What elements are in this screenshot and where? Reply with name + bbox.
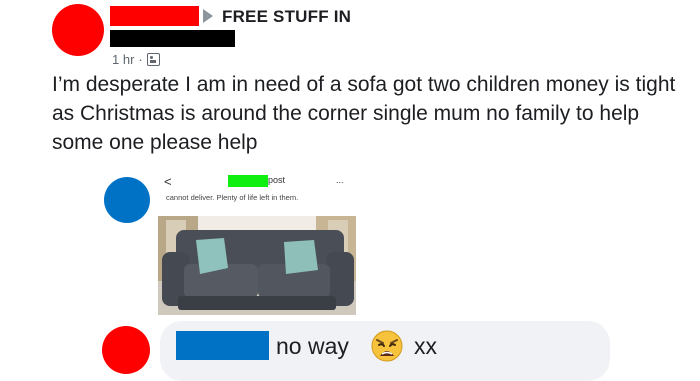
screenshot-caption: cannot deliver. Plenty of life left in t… xyxy=(166,193,299,202)
screenshot-post-label: post xyxy=(268,175,286,185)
comment-screenshot-image[interactable]: < post ... cannot deliver. Plenty of lif… xyxy=(158,172,358,315)
arrow-right-icon xyxy=(203,9,213,23)
meta-separator: · xyxy=(138,52,143,67)
group-name-link[interactable]: FREE STUFF IN xyxy=(222,7,351,27)
group-audience-icon[interactable] xyxy=(146,53,160,66)
comment-text: no way xyxy=(276,333,349,359)
sofa-photo xyxy=(158,216,356,315)
post-body-text: I’m desperate I am in need of a sofa got… xyxy=(52,73,676,154)
comment-author-avatar[interactable] xyxy=(104,177,150,223)
back-chevron-icon: < xyxy=(164,174,172,189)
post-author-avatar[interactable] xyxy=(52,4,104,56)
post-meta: 1 hr · xyxy=(112,52,160,67)
post-timestamp[interactable]: 1 hr xyxy=(112,52,134,67)
weary-face-icon xyxy=(371,330,403,362)
comment-text-suffix: xx xyxy=(414,333,437,359)
comment-author-name-redacted[interactable] xyxy=(176,331,269,360)
group-name-redacted[interactable] xyxy=(110,30,235,47)
post-author-name-redacted[interactable] xyxy=(110,6,199,26)
screenshot-name-redacted xyxy=(228,175,268,187)
comment-author-avatar[interactable] xyxy=(102,326,150,374)
more-options-icon: ... xyxy=(336,175,344,185)
